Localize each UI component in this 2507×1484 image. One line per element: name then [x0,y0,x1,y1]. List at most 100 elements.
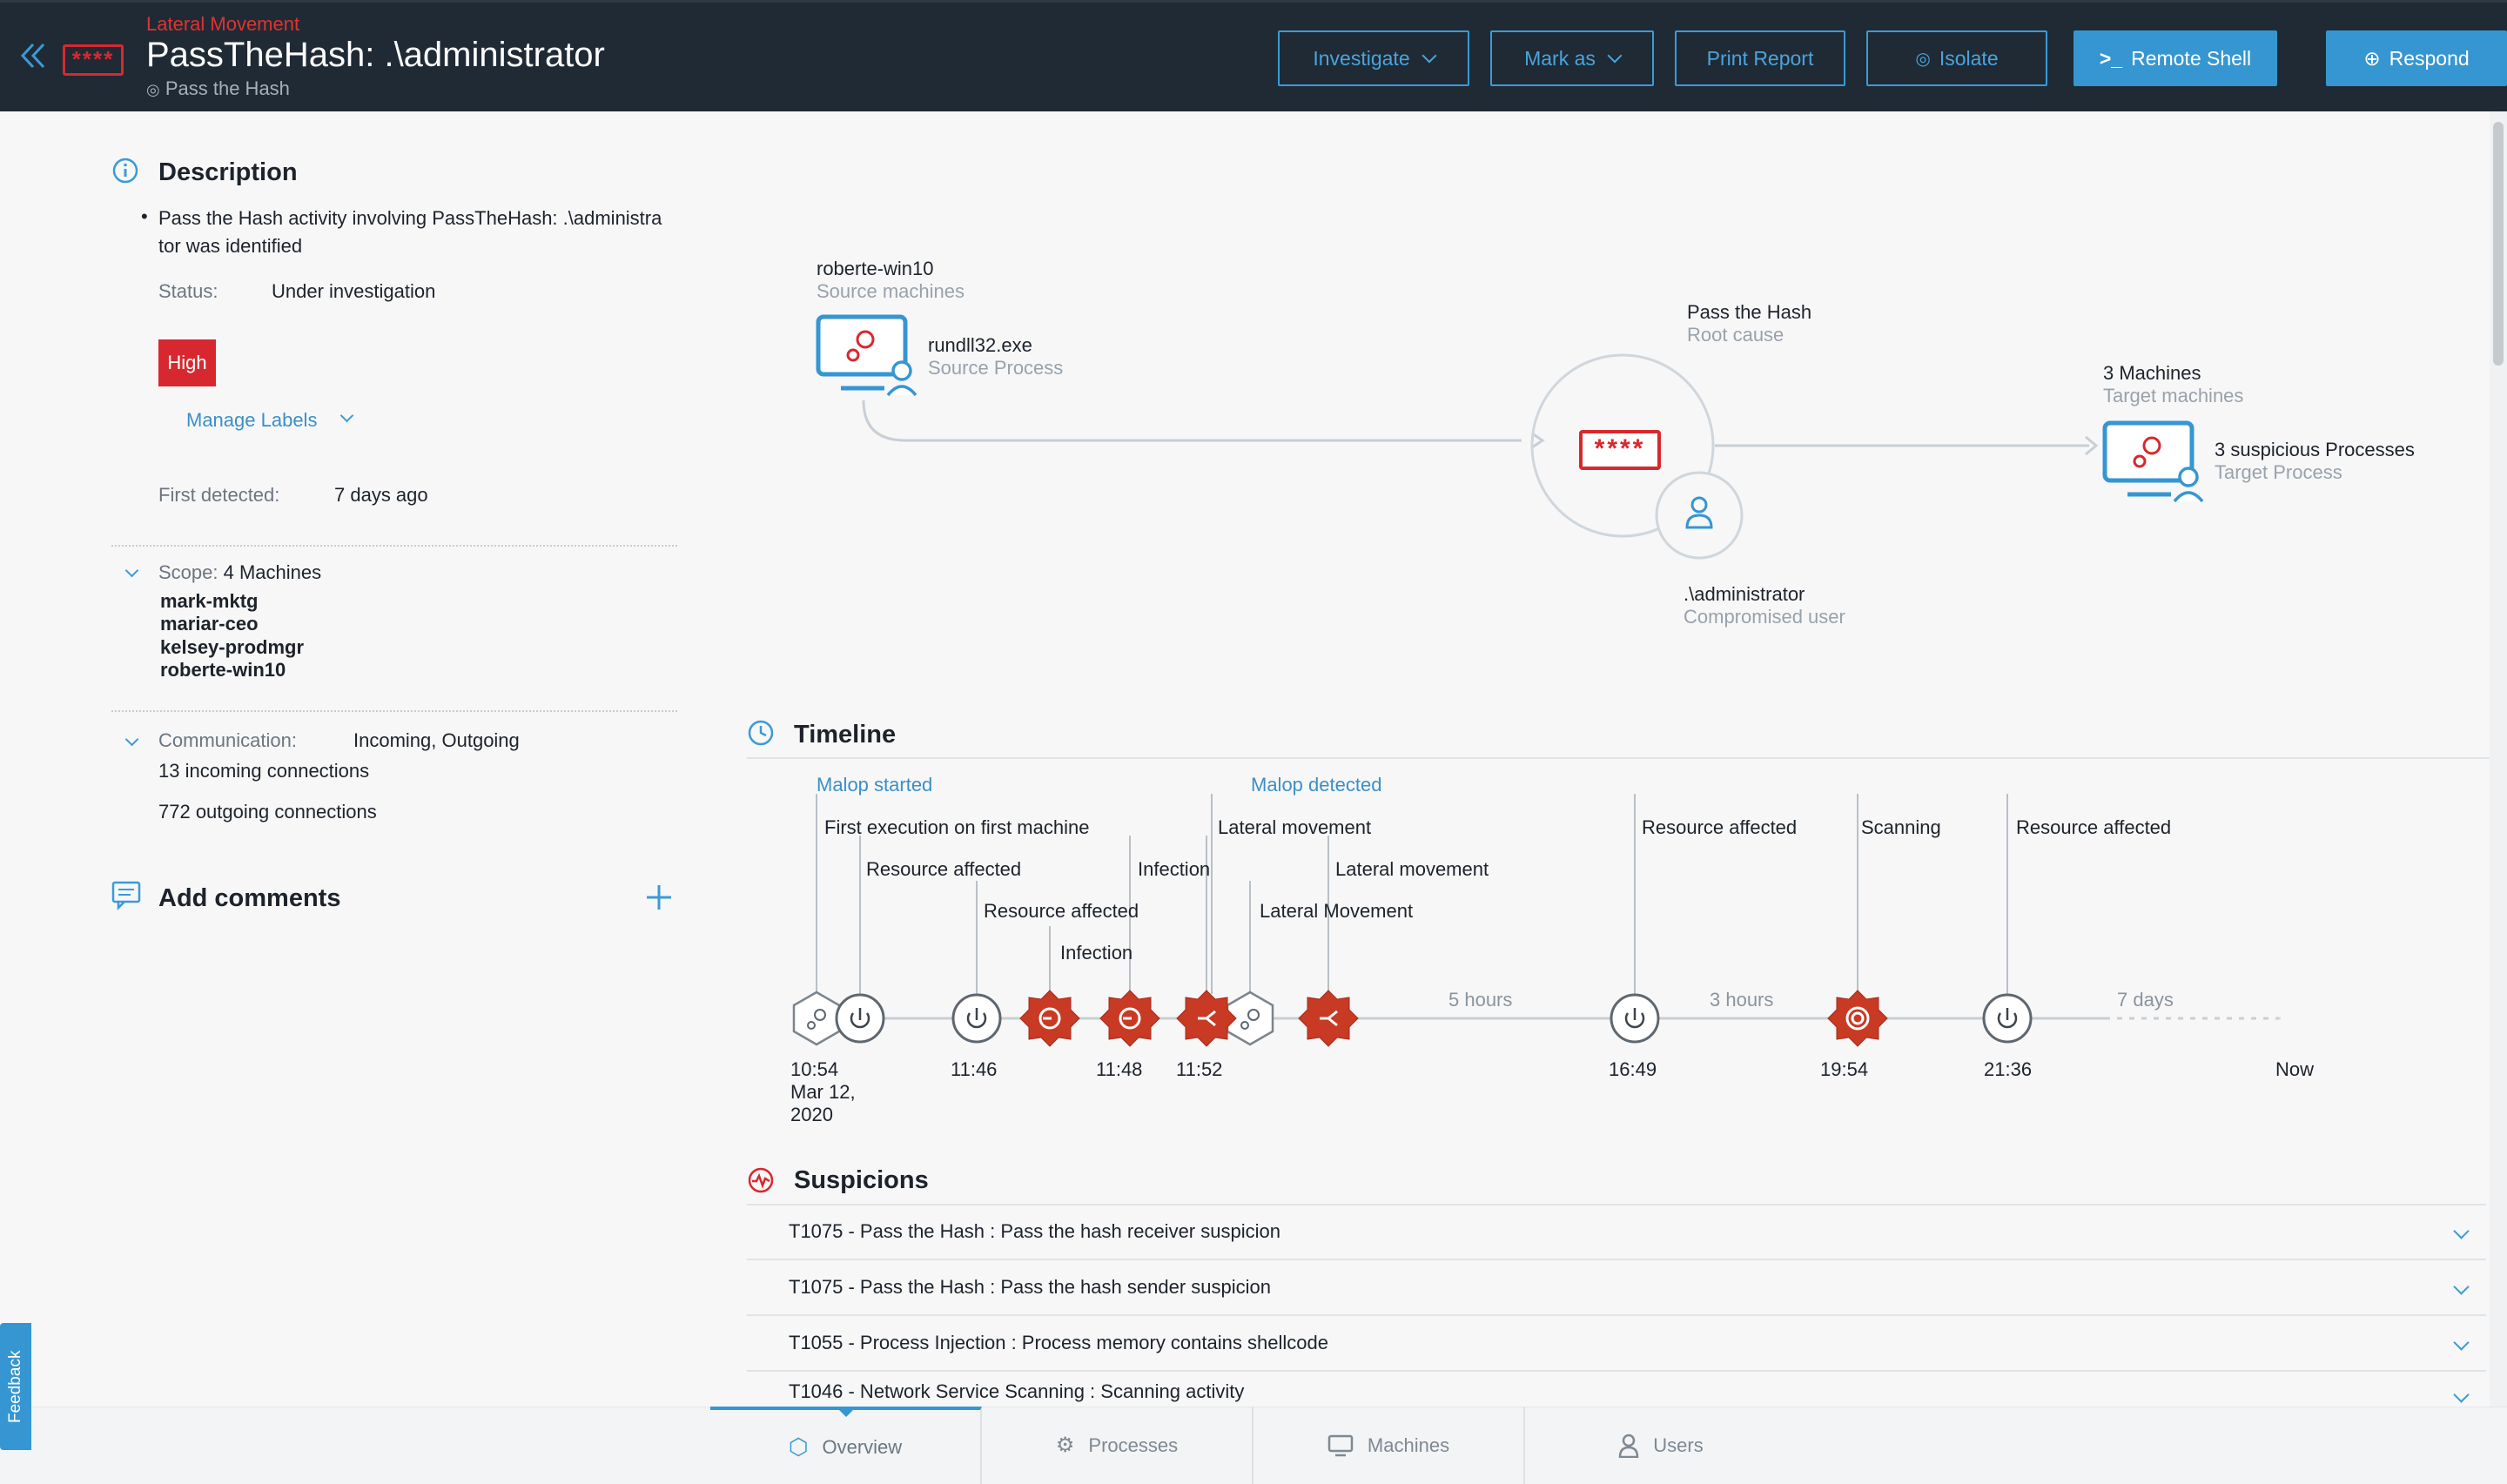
scope-header: Scope: 4 Machines [158,561,321,584]
isolate-button[interactable]: ◎ Isolate [1866,30,2047,86]
remote-shell-button[interactable]: >_ Remote Shell [2073,30,2277,86]
scope-machine-item[interactable]: mark-mktg [160,590,258,613]
terminal-icon: >_ [2099,46,2123,70]
print-report-button[interactable]: Print Report [1675,30,1845,86]
tab-label: Processes [1088,1434,1179,1456]
chevron-down-icon[interactable] [2453,1334,2470,1351]
suspicion-row[interactable]: T1075 - Pass the Hash : Pass the hash se… [747,1260,2486,1316]
comment-icon [111,881,141,910]
first-detected-value: 7 days ago [334,484,428,506]
suspicion-label: T1046 - Network Service Scanning : Scann… [789,1380,1245,1402]
timeline-event[interactable]: Lateral Movement [1260,900,1413,923]
target-machines-name[interactable]: 3 Machines [2103,362,2201,385]
suspicion-label: T1075 - Pass the Hash : Pass the hash se… [789,1276,1271,1298]
mark-as-button[interactable]: Mark as [1490,30,1654,86]
compromised-user-sub: Compromised user [1684,606,1845,628]
scope-label: Scope: [158,561,218,583]
root-cause-hash-icon[interactable]: **** [1579,430,1661,470]
print-report-label: Print Report [1706,46,1814,70]
tab-processes[interactable]: ⚙ Processes [982,1407,1254,1484]
tab-overview[interactable]: ⬡ Overview [710,1407,982,1484]
timeline-event[interactable]: Resource affected [2016,816,2171,839]
respond-label: Respond [2389,46,2470,70]
tab-machines[interactable]: Machines [1254,1407,1525,1484]
timeline-gap: 7 days [2117,989,2174,1011]
timeline-event[interactable]: Resource affected [866,858,1021,881]
isolate-label: Isolate [1939,46,1999,70]
fingerprint-icon: ◎ [146,81,160,98]
timeline-event[interactable]: Lateral movement [1335,858,1489,881]
target-process-sub: Target Process [2215,461,2342,483]
page-title: PassTheHash: .\administrator [146,36,605,74]
respond-button[interactable]: ⊕ Respond [2326,30,2507,86]
scope-machine-item[interactable]: mariar-ceo [160,613,259,635]
feedback-button[interactable]: Feedback [0,1323,31,1450]
tab-users[interactable]: Users [1525,1407,1797,1484]
timeline-time: 16:49 [1609,1058,1657,1080]
timeline-event[interactable]: Resource affected [1642,816,1797,839]
timeline-event[interactable]: First execution on first machine [824,816,1089,839]
timeline-event[interactable]: Lateral movement [1218,816,1371,839]
scope-machine-item[interactable]: kelsey-prodmgr [160,636,304,659]
target-machines-sub: Target machines [2103,385,2244,406]
communication-collapse-chevron-icon[interactable] [124,732,139,747]
monitor-icon [1327,1434,1354,1456]
divider [111,545,677,547]
timeline-time-value: 10:54 [790,1058,839,1080]
suspicion-row[interactable]: T1046 - Network Service Scanning : Scann… [747,1372,2486,1407]
add-comment-plus-icon[interactable] [644,883,674,912]
suspicion-row[interactable]: T1075 - Pass the Hash : Pass the hash re… [747,1205,2486,1260]
status-value[interactable]: Under investigation [272,280,435,303]
communication-value: Incoming, Outgoing [353,729,520,751]
user-icon[interactable] [1684,494,1715,529]
double-chevron-left-icon[interactable] [19,41,49,71]
scrollbar-thumb[interactable] [2493,122,2504,366]
manage-labels-label: Manage Labels [186,409,318,431]
source-machine-name[interactable]: roberte-win10 [817,258,934,280]
malop-detected-label: Malop detected [1251,774,1382,796]
mark-as-label: Mark as [1524,46,1596,70]
add-comments-title: Add comments [158,884,341,912]
malop-type: Lateral Movement [146,13,300,35]
overview-icon: ⬡ [788,1434,809,1460]
compromised-user-name[interactable]: .\administrator [1684,583,1805,606]
status-label: Status: [158,280,218,302]
bullet-dot: • [141,205,148,227]
user-icon [1619,1434,1639,1458]
investigate-button[interactable]: Investigate [1278,30,1469,86]
chevron-down-icon[interactable] [2453,1279,2470,1295]
target-machine-icon[interactable] [2101,420,2206,507]
timeline-event[interactable]: Scanning [1861,816,1941,839]
suspicion-icon [748,1167,774,1193]
target-process-name[interactable]: 3 suspicious Processes [2215,439,2415,461]
description-text-line1: Pass the Hash activity involving PassThe… [158,207,662,229]
communication-label: Communication: [158,729,297,751]
divider [111,710,677,712]
suspicion-row[interactable]: T1055 - Process Injection : Process memo… [747,1316,2486,1372]
source-machine-icon[interactable] [815,313,919,400]
timeline-event[interactable]: Infection [1060,942,1133,964]
source-process-name[interactable]: rundll32.exe [928,334,1032,357]
manage-labels-button[interactable]: Manage Labels [186,409,317,432]
tab-label: Users [1653,1434,1704,1456]
chevron-down-icon[interactable] [2453,1223,2470,1239]
root-cause-text: Pass the Hash [165,77,290,99]
chevron-down-icon [1422,48,1437,64]
chevron-down-icon [1607,48,1623,64]
clock-icon [748,720,774,746]
scope-collapse-chevron-icon[interactable] [124,563,139,578]
scope-machine-item[interactable]: roberte-win10 [160,659,286,682]
timeline-time: 19:54 [1820,1058,1869,1080]
timeline-time: Now [2275,1058,2315,1080]
gears-icon: ⚙ [1055,1434,1075,1457]
timeline-event[interactable]: Resource affected [984,900,1139,923]
timeline-event[interactable]: Infection [1138,858,1210,881]
malop-started-label: Malop started [817,774,933,796]
incoming-connections: 13 incoming connections [158,760,370,782]
header-bar: **** Lateral Movement PassTheHash: .\adm… [0,0,2507,111]
chevron-down-icon [339,408,354,423]
tab-label: Overview [822,1435,903,1458]
tab-label: Machines [1367,1434,1450,1456]
description-title: Description [158,158,298,186]
chevron-down-icon[interactable] [2453,1387,2470,1403]
